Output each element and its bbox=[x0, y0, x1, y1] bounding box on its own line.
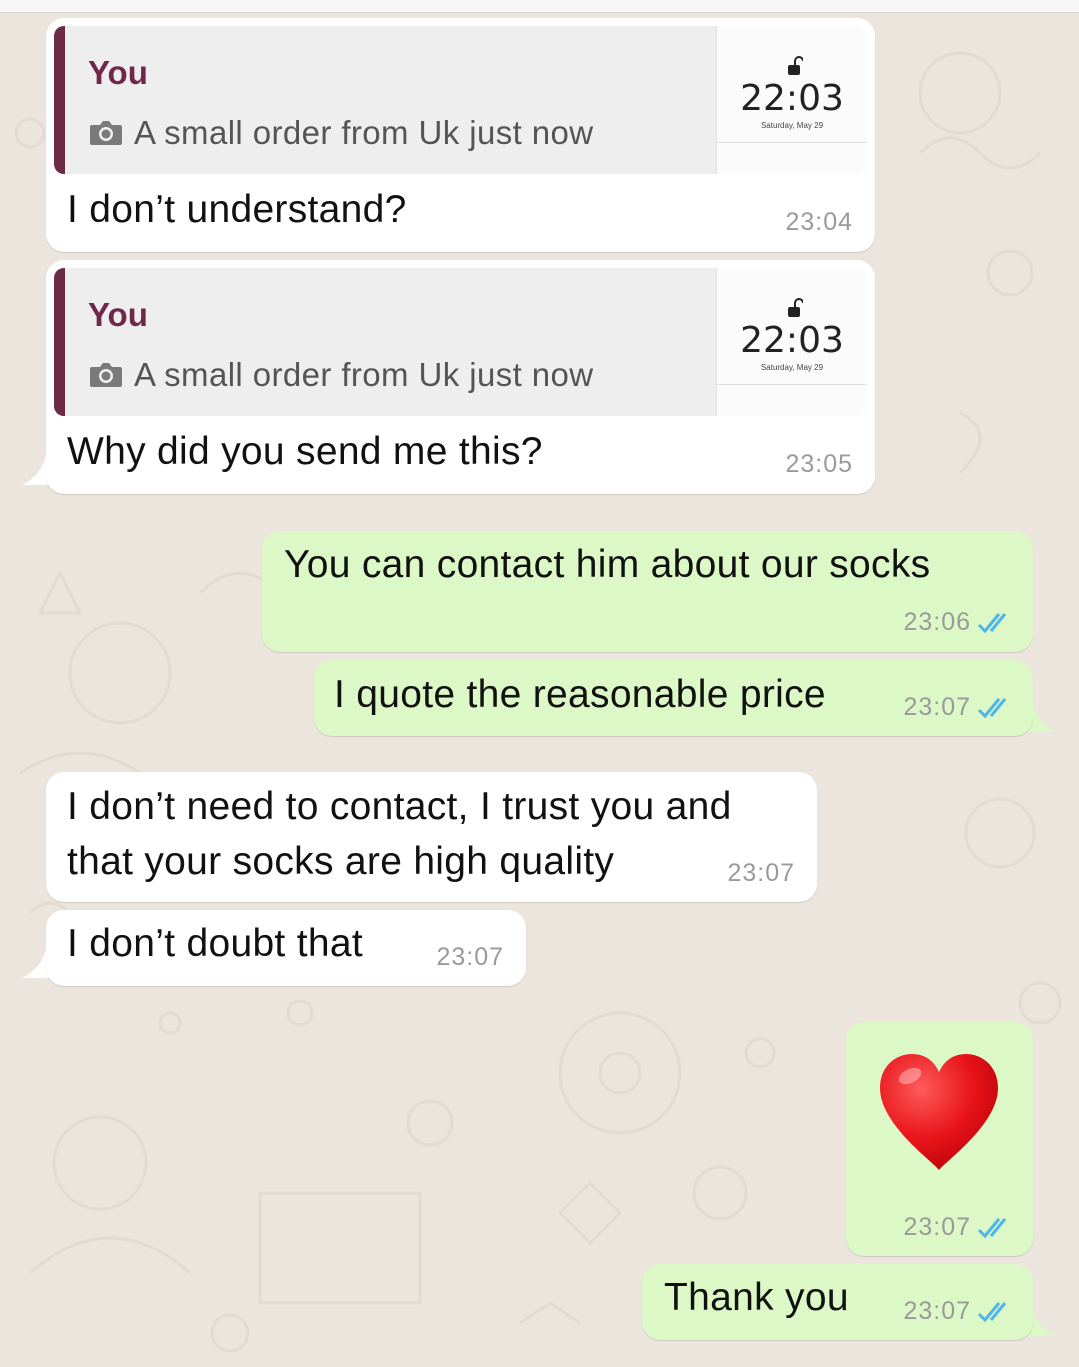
unlock-icon bbox=[788, 298, 803, 317]
incoming-message[interactable]: You A small order from Uk just now 22:03… bbox=[46, 18, 875, 252]
quoted-reply[interactable]: You A small order from Uk just now 22:03… bbox=[54, 268, 867, 416]
message-text: I quote the reasonable price bbox=[334, 673, 826, 716]
message-text: Thank you bbox=[664, 1276, 849, 1319]
message-text: I don’t doubt that bbox=[67, 922, 363, 965]
thumbnail-clock: 22:03 bbox=[740, 78, 844, 119]
read-receipt-icon bbox=[977, 613, 1007, 634]
quote-thumbnail[interactable]: 22:03 Saturday, May 29 bbox=[716, 26, 867, 174]
thumbnail-divider bbox=[717, 142, 867, 143]
outgoing-emoji-message[interactable]: 23:07 bbox=[846, 1022, 1033, 1256]
message-time: 23:05 bbox=[785, 450, 853, 478]
quote-text: A small order from Uk just now bbox=[134, 356, 594, 393]
thumbnail-divider bbox=[717, 384, 867, 385]
message-text: I don’t understand? bbox=[67, 188, 407, 231]
message-time: 23:07 bbox=[436, 943, 504, 971]
camera-icon bbox=[90, 121, 122, 145]
thumbnail-date: Saturday, May 29 bbox=[760, 121, 824, 130]
incoming-message[interactable]: I don’t need to contact, I trust you and… bbox=[46, 772, 817, 902]
quote-text: A small order from Uk just now bbox=[134, 114, 594, 151]
outgoing-message[interactable]: I quote the reasonable price 23:07 bbox=[314, 660, 1033, 736]
message-text: You can contact him about our socks bbox=[284, 543, 931, 586]
message-time: 23:07 bbox=[903, 1297, 971, 1325]
message-time: 23:07 bbox=[727, 859, 795, 887]
message-text-line-2: that your socks are high quality bbox=[67, 840, 615, 883]
quote-author: You bbox=[88, 296, 148, 333]
camera-icon bbox=[90, 363, 122, 387]
outgoing-message[interactable]: Thank you 23:07 bbox=[642, 1264, 1033, 1340]
message-time: 23:07 bbox=[903, 1213, 971, 1241]
thumbnail-clock: 22:03 bbox=[740, 320, 844, 361]
message-time: 23:07 bbox=[903, 693, 971, 721]
read-receipt-icon bbox=[977, 1302, 1007, 1323]
red-heart-icon bbox=[880, 1054, 998, 1170]
incoming-message[interactable]: You A small order from Uk just now 22:03… bbox=[46, 260, 875, 494]
unlock-icon bbox=[788, 56, 803, 75]
message-text-line-1: I don’t need to contact, I trust you and bbox=[67, 785, 732, 828]
thumbnail-date: Saturday, May 29 bbox=[760, 363, 824, 372]
message-time: 23:04 bbox=[785, 208, 853, 236]
incoming-message[interactable]: I don’t doubt that 23:07 bbox=[46, 910, 526, 986]
quoted-reply[interactable]: You A small order from Uk just now 22:03… bbox=[54, 26, 867, 174]
quote-author: You bbox=[88, 54, 148, 91]
message-text: Why did you send me this? bbox=[67, 430, 543, 473]
message-time: 23:06 bbox=[903, 608, 971, 636]
top-bar bbox=[0, 0, 1079, 13]
read-receipt-icon bbox=[977, 698, 1007, 719]
read-receipt-icon bbox=[977, 1218, 1007, 1239]
outgoing-message[interactable]: You can contact him about our socks 23:0… bbox=[262, 531, 1033, 652]
quote-thumbnail[interactable]: 22:03 Saturday, May 29 bbox=[716, 268, 867, 416]
quote-accent-bar bbox=[54, 26, 65, 174]
quote-accent-bar bbox=[54, 268, 65, 416]
